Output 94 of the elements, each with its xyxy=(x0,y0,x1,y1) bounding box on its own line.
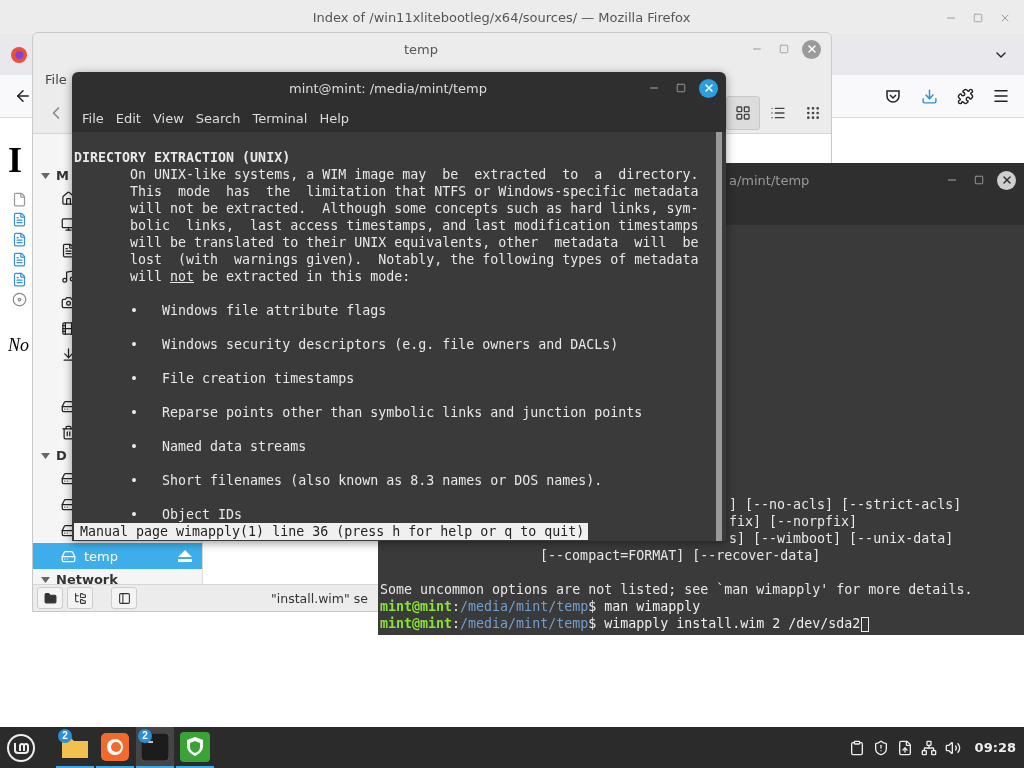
shield-icon[interactable] xyxy=(872,739,889,756)
bullet-mark: • xyxy=(130,438,140,455)
folder-icon xyxy=(43,591,57,605)
text-line: will be translated to their UNIX equivalents, other metadata will be xyxy=(130,234,699,251)
list-item: Reparse points other than symbolic links and junction points xyxy=(162,404,643,421)
bullet-mark: • xyxy=(130,336,140,353)
text-line: lost (with warnings given). Notably, the following types of metadata xyxy=(130,251,699,268)
window-title: temp xyxy=(404,41,438,57)
count-badge: 2 xyxy=(138,729,152,743)
grid-icon xyxy=(735,105,751,121)
close-button[interactable] xyxy=(997,170,1016,190)
menu-item[interactable]: File xyxy=(39,71,73,87)
text-line: will not be extracted. Although some concepts such as hard links, sym- xyxy=(130,200,699,217)
terminal-line: fix] [--norpfix] xyxy=(729,513,858,530)
download-icon xyxy=(920,87,938,105)
clipboard-icon[interactable] xyxy=(848,739,865,756)
terminal-icon xyxy=(141,732,169,761)
list-icon xyxy=(770,105,786,121)
menu-item[interactable]: Edit xyxy=(109,110,147,126)
menu-item[interactable]: Help xyxy=(313,110,356,126)
places-button[interactable] xyxy=(37,587,63,609)
window-title: Index of /win11xlitebootleg/x64/sources/ — Mozilla Firefox xyxy=(312,10,691,25)
update-icon[interactable] xyxy=(896,739,913,756)
tree-button[interactable] xyxy=(67,587,93,609)
bullet-mark: • xyxy=(130,302,140,319)
menu-logo-icon[interactable] xyxy=(6,732,36,763)
fox-logo-icon xyxy=(101,732,129,761)
page-heading: I xyxy=(8,140,22,180)
prompt-line: mint@mint:/media/mint/temp$ wimapply install.wim 2 /dev/sda2 xyxy=(380,615,870,632)
bullet-mark: • xyxy=(130,506,140,523)
file-icon xyxy=(12,192,27,207)
section-header[interactable]: Network xyxy=(33,569,118,584)
compact-grid-icon xyxy=(805,105,821,121)
page-note: No xyxy=(8,335,29,356)
list-item: Windows file attribute flags xyxy=(162,302,387,319)
taskbar-app-button[interactable]: 2 xyxy=(56,727,94,768)
sidebar-toggle-button[interactable] xyxy=(111,587,137,609)
disc-icon xyxy=(12,292,27,307)
drive-icon xyxy=(61,548,76,564)
maximize-icon xyxy=(973,12,983,23)
close-icon xyxy=(1000,174,1013,186)
pager-status: Manual page wimapply(1) line 36 (press h for help or q to quit) xyxy=(74,523,589,540)
count-badge: 2 xyxy=(58,729,72,743)
maximize-icon xyxy=(676,83,686,93)
puzzle-icon xyxy=(956,87,974,105)
volume-icon[interactable] xyxy=(944,739,961,756)
menu-item[interactable]: Terminal xyxy=(246,110,314,126)
text-line: bolic links, last access timestamps, and last modification timestamps xyxy=(130,217,699,234)
document-icon xyxy=(12,232,27,247)
list-item: Named data streams xyxy=(162,438,307,455)
tree-icon xyxy=(73,591,87,605)
document-icon xyxy=(12,252,27,267)
text-line: On UNIX-like systems, a WIM image may be extracted to a directory. xyxy=(130,166,699,183)
sidebar-toggle-icon xyxy=(117,591,131,605)
list-item: Short filenames (also known as 8.3 names or DOS names). xyxy=(162,472,603,489)
scrollbar[interactable] xyxy=(716,132,722,541)
fox-logo-icon xyxy=(11,47,27,63)
bullet-mark: • xyxy=(130,370,140,387)
eject-icon[interactable] xyxy=(178,550,192,562)
bullet-mark: • xyxy=(130,404,140,421)
terminal-line: ] [--no-acls] [--strict-acls] xyxy=(729,496,962,513)
list-item: Windows security descriptors (e.g. file owners and DACLs) xyxy=(162,336,619,353)
bullet-mark: • xyxy=(130,472,140,489)
maximize-icon xyxy=(779,44,789,54)
terminal-line: Some uncommon options are not listed; see `man wimapply' for more details. xyxy=(380,581,973,598)
terminal-line: [--compact=FORMAT] [--recover-data] xyxy=(540,547,821,564)
maximize-icon xyxy=(974,175,984,185)
network-icon[interactable] xyxy=(920,739,937,756)
prompt-line: mint@mint:/media/mint/temp$ man wimapply xyxy=(380,598,701,615)
list-item: Object IDs xyxy=(162,506,243,523)
window-title: a/mint/temp xyxy=(729,172,810,188)
menu-item[interactable]: File xyxy=(76,110,110,126)
menu-item[interactable]: Search xyxy=(189,110,247,126)
menu-item[interactable]: View xyxy=(146,110,190,126)
close-icon xyxy=(702,82,715,94)
section-header[interactable]: D xyxy=(33,445,67,465)
pocket-icon xyxy=(885,88,901,104)
close-icon xyxy=(805,43,818,55)
menu-icon xyxy=(992,87,1010,105)
close-button[interactable] xyxy=(699,78,718,98)
document-icon xyxy=(12,212,27,227)
window-title: mint@mint: /media/mint/temp xyxy=(289,80,487,96)
list-item: File creation timestamps xyxy=(162,370,355,387)
text-line: This mode has the limitation that NTFS or Windows-specific metadata xyxy=(130,183,699,200)
terminal-line: s] [--wimboot] [--unix-data] xyxy=(729,530,954,547)
shield-app-icon xyxy=(180,731,210,762)
section-header[interactable]: M xyxy=(33,165,69,185)
clock[interactable]: 09:28 xyxy=(974,740,1016,755)
document-icon xyxy=(12,272,27,287)
status-text: "install.wim" se xyxy=(271,590,368,606)
taskbar-app-button[interactable]: 2 xyxy=(136,727,174,768)
section-heading: DIRECTORY EXTRACTION (UNIX) xyxy=(74,149,291,166)
view-button[interactable] xyxy=(726,96,760,130)
text-line: will not be extracted in this mode: xyxy=(130,268,411,285)
